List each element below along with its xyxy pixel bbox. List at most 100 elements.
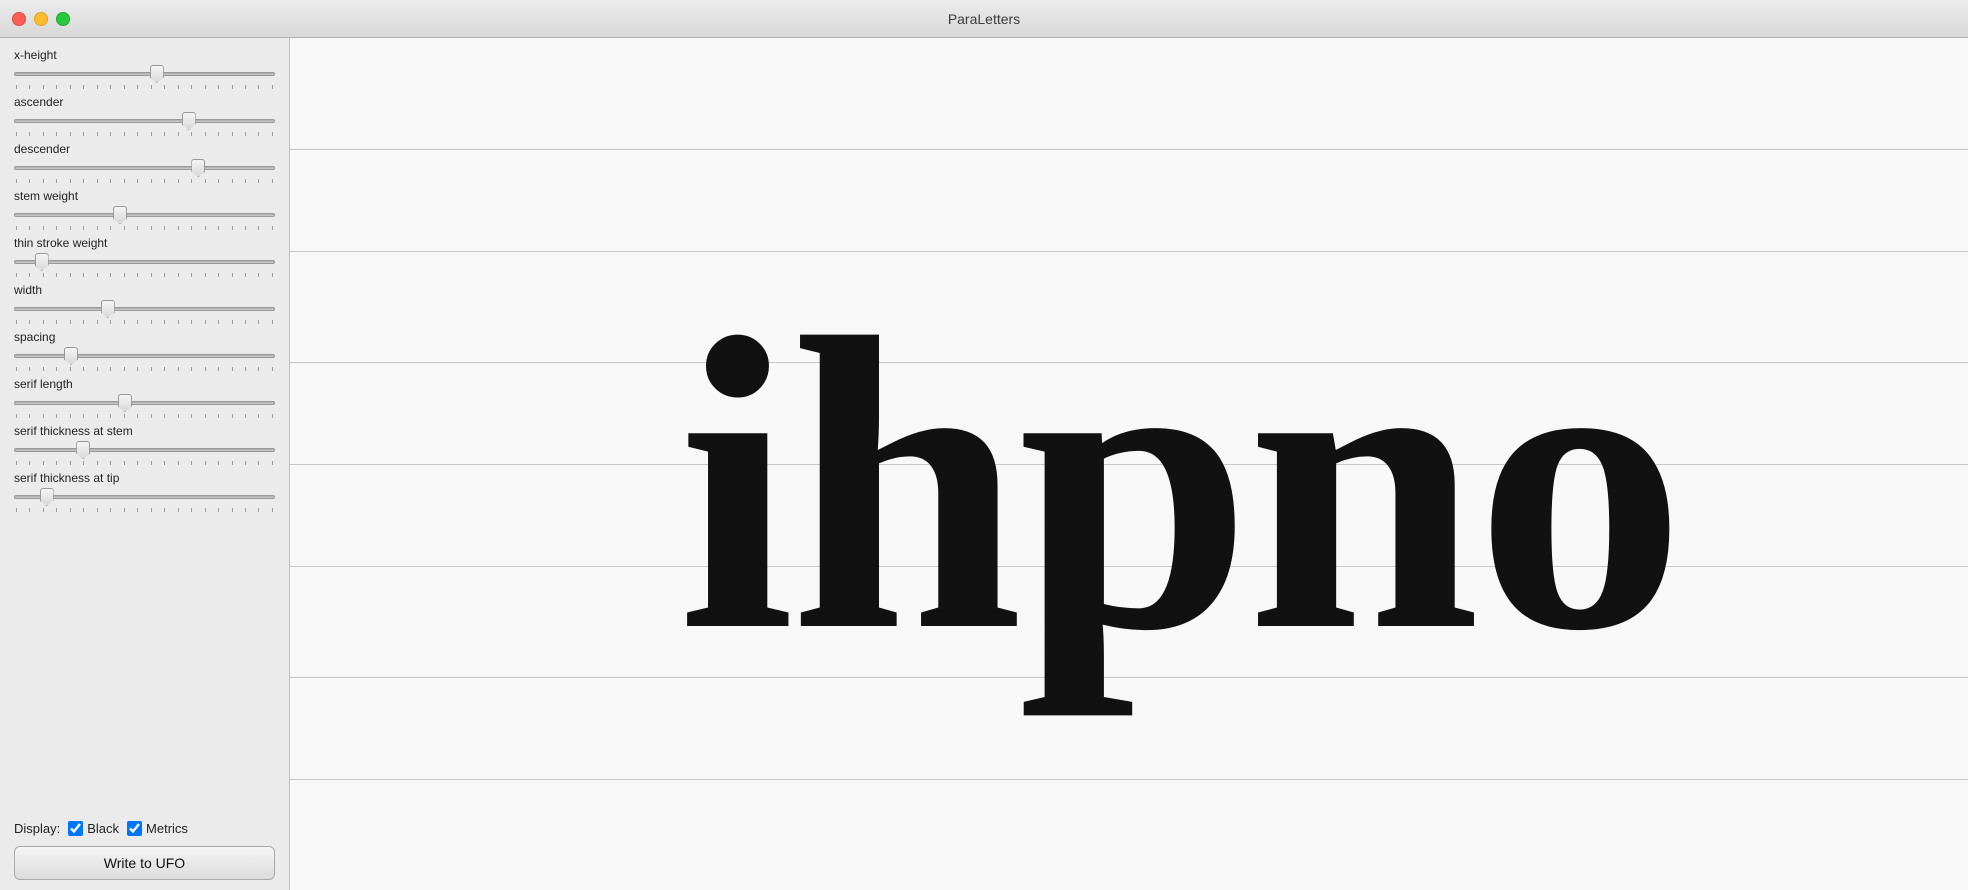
tick-mark — [110, 320, 111, 324]
close-button[interactable] — [12, 12, 26, 26]
tick-mark — [151, 367, 152, 371]
write-ufo-button[interactable]: Write to UFO — [14, 846, 275, 880]
sliders-container: x-heightascenderdescenderstem weightthin… — [14, 48, 275, 518]
tick-mark — [70, 132, 71, 136]
tick-mark — [137, 179, 138, 183]
slider-input-serif-thickness-stem[interactable] — [14, 448, 275, 452]
tick-mark — [245, 414, 246, 418]
main-content: x-heightascenderdescenderstem weightthin… — [0, 38, 1968, 890]
tick-mark — [137, 320, 138, 324]
tick-mark — [83, 132, 84, 136]
tick-mark — [272, 226, 273, 230]
slider-input-serif-thickness-tip[interactable] — [14, 495, 275, 499]
tick-mark — [124, 132, 125, 136]
tick-mark — [258, 461, 259, 465]
tick-mark — [16, 320, 17, 324]
tick-mark — [164, 367, 165, 371]
tick-mark — [43, 508, 44, 512]
tick-mark — [272, 179, 273, 183]
tick-mark — [232, 179, 233, 183]
tick-mark — [272, 414, 273, 418]
tick-mark — [232, 226, 233, 230]
tick-mark — [232, 508, 233, 512]
maximize-button[interactable] — [56, 12, 70, 26]
slider-label-serif-thickness-tip: serif thickness at tip — [14, 471, 275, 485]
tick-mark — [151, 508, 152, 512]
slider-input-ascender[interactable] — [14, 119, 275, 123]
tick-mark — [56, 179, 57, 183]
tick-mark — [16, 461, 17, 465]
tick-mark — [164, 226, 165, 230]
tick-mark — [137, 132, 138, 136]
tick-mark — [218, 367, 219, 371]
tick-mark — [83, 508, 84, 512]
tick-mark — [56, 226, 57, 230]
tick-mark — [191, 367, 192, 371]
tick-mark — [258, 414, 259, 418]
tick-mark — [178, 508, 179, 512]
slider-track-descender — [14, 158, 275, 178]
type-preview: ihpno — [678, 275, 1680, 695]
tick-mark — [232, 367, 233, 371]
slider-input-width[interactable] — [14, 307, 275, 311]
tick-mark — [70, 367, 71, 371]
slider-label-serif-thickness-stem: serif thickness at stem — [14, 424, 275, 438]
tick-mark — [218, 226, 219, 230]
tick-mark — [29, 85, 30, 89]
tick-mark — [43, 226, 44, 230]
slider-track-width — [14, 299, 275, 319]
tick-mark — [178, 132, 179, 136]
window-controls — [12, 12, 70, 26]
slider-input-x-height[interactable] — [14, 72, 275, 76]
tick-mark — [178, 179, 179, 183]
tick-mark — [43, 367, 44, 371]
tick-mark — [232, 461, 233, 465]
minimize-button[interactable] — [34, 12, 48, 26]
tick-mark — [164, 508, 165, 512]
slider-input-spacing[interactable] — [14, 354, 275, 358]
tick-marks-serif-thickness-stem — [14, 461, 275, 465]
tick-mark — [245, 132, 246, 136]
tick-mark — [178, 461, 179, 465]
slider-group-serif-length: serif length — [14, 377, 275, 418]
slider-group-descender: descender — [14, 142, 275, 183]
tick-mark — [56, 367, 57, 371]
tick-mark — [56, 85, 57, 89]
tick-mark — [83, 179, 84, 183]
tick-mark — [151, 414, 152, 418]
tick-mark — [70, 461, 71, 465]
tick-mark — [97, 132, 98, 136]
tick-mark — [124, 226, 125, 230]
tick-mark — [218, 273, 219, 277]
slider-track-x-height — [14, 64, 275, 84]
tick-mark — [16, 226, 17, 230]
tick-marks-stem-weight — [14, 226, 275, 230]
metrics-checkbox-label[interactable]: Metrics — [127, 821, 188, 836]
tick-mark — [110, 508, 111, 512]
slider-track-spacing — [14, 346, 275, 366]
tick-mark — [124, 273, 125, 277]
slider-input-thin-stroke-weight[interactable] — [14, 260, 275, 264]
tick-mark — [178, 320, 179, 324]
black-checkbox[interactable] — [68, 821, 83, 836]
tick-mark — [137, 508, 138, 512]
tick-mark — [43, 85, 44, 89]
tick-mark — [16, 367, 17, 371]
tick-mark — [97, 461, 98, 465]
tick-mark — [151, 461, 152, 465]
tick-mark — [70, 273, 71, 277]
tick-mark — [258, 85, 259, 89]
slider-label-stem-weight: stem weight — [14, 189, 275, 203]
tick-mark — [258, 367, 259, 371]
tick-mark — [245, 508, 246, 512]
metrics-label: Metrics — [146, 821, 188, 836]
slider-input-stem-weight[interactable] — [14, 213, 275, 217]
display-label: Display: — [14, 821, 60, 836]
slider-input-descender[interactable] — [14, 166, 275, 170]
metrics-checkbox[interactable] — [127, 821, 142, 836]
slider-input-serif-length[interactable] — [14, 401, 275, 405]
black-checkbox-label[interactable]: Black — [68, 821, 119, 836]
tick-mark — [245, 85, 246, 89]
tick-mark — [83, 367, 84, 371]
preview-area: ihpno — [290, 38, 1968, 890]
